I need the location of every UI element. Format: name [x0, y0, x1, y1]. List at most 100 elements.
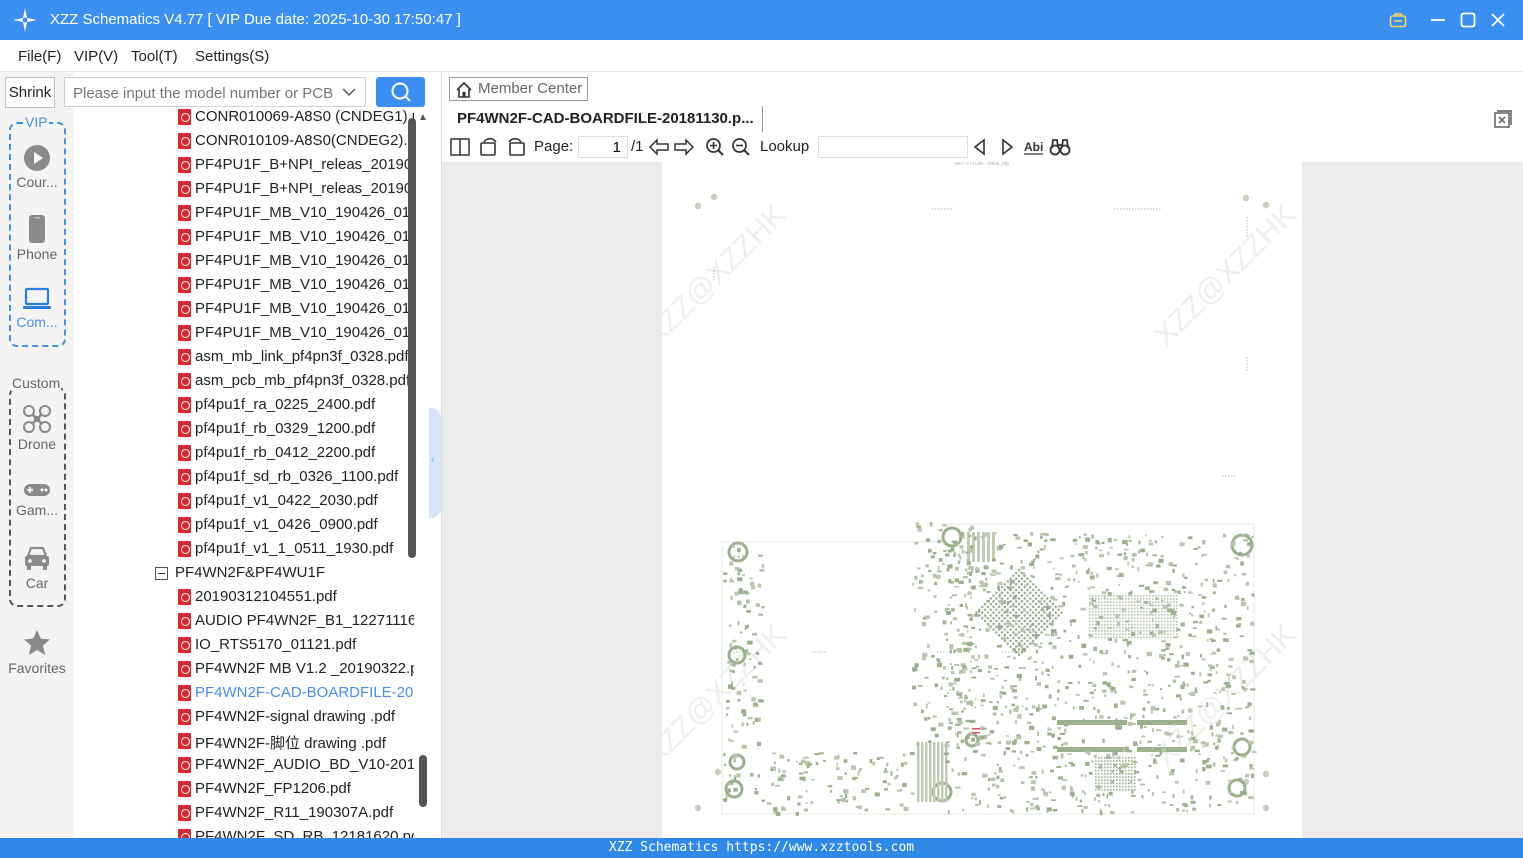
sidebar-item-computer[interactable]: Com...: [5, 286, 69, 330]
smd-component: [928, 570, 932, 572]
tree-file-item[interactable]: PF4PU1F_MB_V10_190426_0102: [74, 202, 414, 226]
bga-ball: [1134, 776, 1136, 778]
model-search-input[interactable]: [73, 83, 335, 103]
smd-component: [1022, 572, 1026, 575]
member-center-button[interactable]: Member Center: [449, 77, 588, 101]
tree-file-item[interactable]: pf4pu1f_v1_1_0511_1930.pdf: [74, 538, 414, 562]
tree-file-item[interactable]: PF4WN2F-CAD-BOARDFILE-201: [74, 682, 414, 706]
scroll-up-arrow-icon[interactable]: ▲: [418, 112, 428, 123]
next-page-icon[interactable]: [673, 137, 695, 157]
tree-file-item[interactable]: CONR010109-A8S0(CNDEG2).pd: [74, 130, 414, 154]
smd-component: [1060, 655, 1064, 659]
tree-file-item[interactable]: PF4WN2F MB V1.2 _20190322.p: [74, 658, 414, 682]
tree-file-item[interactable]: PF4PU1F_MB_V10_190426_0103: [74, 226, 414, 250]
tree-file-item[interactable]: asm_mb_link_pf4pn3f_0328.pdf: [74, 346, 414, 370]
smd-component: [956, 734, 959, 738]
bga-ball: [1006, 636, 1009, 640]
bga-ball: [1104, 766, 1106, 769]
smd-component: [1037, 731, 1039, 736]
chevron-down-icon[interactable]: [341, 84, 357, 100]
smd-component: [1118, 595, 1121, 600]
tree-file-item[interactable]: pf4pu1f_v1_0422_2030.pdf: [74, 490, 414, 514]
tree-file-item[interactable]: asm_pcb_mb_pf4pn3f_0328.pdf: [74, 370, 414, 394]
sidebar-item-label: Com...: [16, 314, 58, 330]
tree-file-label: PF4WN2F-CAD-BOARDFILE-201: [195, 684, 414, 701]
close-tabs-icon[interactable]: [1494, 110, 1512, 128]
tree-file-item[interactable]: PF4PU1F_B+NPI_releas_2019062: [74, 178, 414, 202]
tree-file-item[interactable]: AUDIO PF4WN2F_B1_12271116.: [74, 610, 414, 634]
tree-file-label: PF4WN2F_FP1206.pdf: [195, 780, 351, 797]
tree-file-item[interactable]: PF4WN2F-脚位 drawing .pdf: [74, 730, 414, 754]
tree-file-item[interactable]: pf4pu1f_rb_0329_1200.pdf: [74, 418, 414, 442]
tree-file-item[interactable]: PF4WN2F_SD_RB_12181620.pdf: [74, 826, 414, 838]
smd-component: [954, 578, 959, 583]
tree-scrollbar-thumb[interactable]: [408, 118, 416, 558]
tree-file-item[interactable]: pf4pu1f_sd_rb_0326_1100.pdf: [74, 466, 414, 490]
collapse-minus-icon[interactable]: [155, 567, 168, 580]
tree-file-item[interactable]: PF4WN2F-signal drawing .pdf: [74, 706, 414, 730]
vip-bag-icon[interactable]: [1387, 9, 1409, 31]
page-number-input[interactable]: [578, 136, 628, 158]
lookup-input[interactable]: [818, 136, 968, 158]
match-case-icon[interactable]: Abi: [1023, 137, 1045, 157]
smd-component: [1111, 770, 1114, 773]
document-tab[interactable]: PF4WN2F-CAD-BOARDFILE-20181130.p...: [449, 106, 763, 132]
search-button[interactable]: [376, 77, 425, 107]
tree-file-item[interactable]: PF4PU1F_MB_V10_190426_0106: [74, 298, 414, 322]
collapse-panel-handle[interactable]: ‹: [429, 408, 441, 518]
pdf-page[interactable]: ART P71UM - mask_top XZZ@XZZHK XZZ@XZZHK XZ…: [638, 161, 1303, 838]
binoculars-icon[interactable]: [1049, 137, 1071, 157]
tree-folder-item[interactable]: PF4WN2F&PF4WU1F: [74, 562, 414, 586]
rotate-right-icon[interactable]: [506, 137, 526, 157]
tree-file-item[interactable]: IO_RTS5170_01121.pdf: [74, 634, 414, 658]
smd-component: [1036, 746, 1042, 752]
tree-secondary-scrollbar-thumb[interactable]: [419, 755, 427, 807]
sidebar-item-phone[interactable]: Phone: [5, 214, 69, 262]
menu-settings[interactable]: Settings(S): [195, 48, 269, 65]
smd-component: [916, 741, 919, 746]
previous-page-icon[interactable]: [648, 137, 670, 157]
tree-file-item[interactable]: PF4WN2F_FP1206.pdf: [74, 778, 414, 802]
sidebar-item-courses[interactable]: Cour...: [5, 144, 69, 190]
tree-file-item[interactable]: PF4PU1F_MB_V10_190426_0105: [74, 274, 414, 298]
menu-tool[interactable]: Tool(T): [131, 48, 178, 65]
model-search-box[interactable]: [64, 77, 366, 107]
smd-component: [979, 628, 981, 632]
sidebar-item-games[interactable]: Gam...: [5, 480, 69, 518]
smd-component: [1142, 714, 1145, 719]
bga-ball: [1023, 602, 1026, 606]
mount-hole: [1242, 194, 1250, 202]
document-viewer[interactable]: ART P71UM - mask_top XZZ@XZZHK XZZ@XZZHK XZ…: [442, 161, 1523, 838]
zoom-out-icon[interactable]: [731, 137, 751, 157]
sidebar-item-favorites[interactable]: Favorites: [2, 628, 72, 676]
find-next-icon[interactable]: [999, 137, 1015, 157]
sidebar-toggle-icon[interactable]: [450, 137, 470, 157]
smd-component: [963, 665, 967, 668]
minimize-icon[interactable]: [1427, 9, 1449, 31]
sidebar-item-drone[interactable]: Drone: [5, 404, 69, 452]
smd-component: [997, 741, 1002, 744]
smd-component: [1201, 602, 1205, 605]
sidebar-item-car[interactable]: Car: [5, 545, 69, 591]
maximize-icon[interactable]: [1457, 9, 1479, 31]
tree-file-item[interactable]: PF4PU1F_MB_V10_190426_0107: [74, 322, 414, 346]
tree-file-label: pf4pu1f_v1_0426_0900.pdf: [195, 516, 378, 533]
tree-file-item[interactable]: PF4WN2F_R11_190307A.pdf: [74, 802, 414, 826]
shrink-button[interactable]: Shrink: [5, 77, 55, 108]
tree-file-label: PF4WN2F MB V1.2 _20190322.p: [195, 660, 414, 677]
close-icon[interactable]: [1487, 9, 1509, 31]
tree-file-item[interactable]: pf4pu1f_rb_0412_2200.pdf: [74, 442, 414, 466]
tree-file-item[interactable]: 20190312104551.pdf: [74, 586, 414, 610]
tree-file-item[interactable]: PF4WN2F_AUDIO_BD_V10-2019: [74, 754, 414, 778]
bga-ball: [1128, 633, 1130, 635]
menu-file[interactable]: File(F): [18, 48, 61, 65]
tree-file-item[interactable]: PF4PU1F_B+NPI_releas_2019062: [74, 154, 414, 178]
tree-file-item[interactable]: PF4PU1F_MB_V10_190426_0104: [74, 250, 414, 274]
tree-file-item[interactable]: pf4pu1f_v1_0426_0900.pdf: [74, 514, 414, 538]
find-previous-icon[interactable]: [972, 137, 988, 157]
rotate-left-icon[interactable]: [479, 137, 499, 157]
tree-file-item[interactable]: pf4pu1f_ra_0225_2400.pdf: [74, 394, 414, 418]
zoom-in-icon[interactable]: [705, 137, 725, 157]
tree-file-item[interactable]: CONR010069-A8S0 (CNDEG1).p: [74, 108, 414, 130]
menu-vip[interactable]: VIP(V): [74, 48, 118, 65]
